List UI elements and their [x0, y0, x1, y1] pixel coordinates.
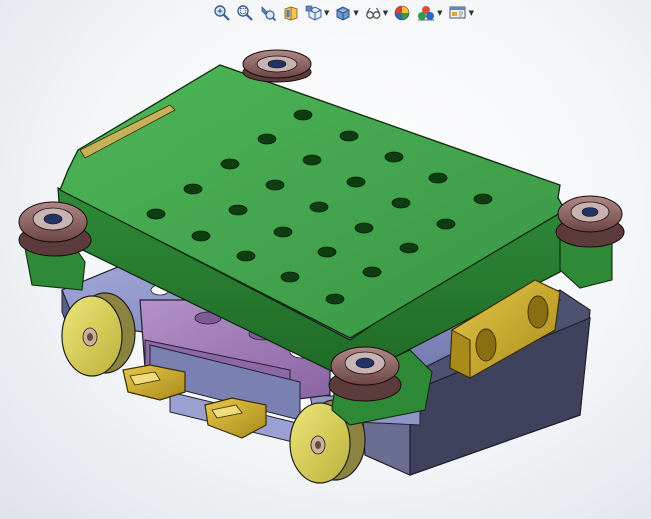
wheel-left[interactable] — [61, 292, 136, 377]
bearing-front[interactable] — [328, 346, 402, 402]
brass-clamp-1[interactable] — [122, 364, 186, 401]
bearing-right[interactable] — [555, 195, 625, 248]
bearing-rear[interactable] — [242, 49, 312, 83]
bearing-left[interactable] — [18, 201, 92, 257]
3d-graphics-area[interactable] — [0, 0, 651, 519]
